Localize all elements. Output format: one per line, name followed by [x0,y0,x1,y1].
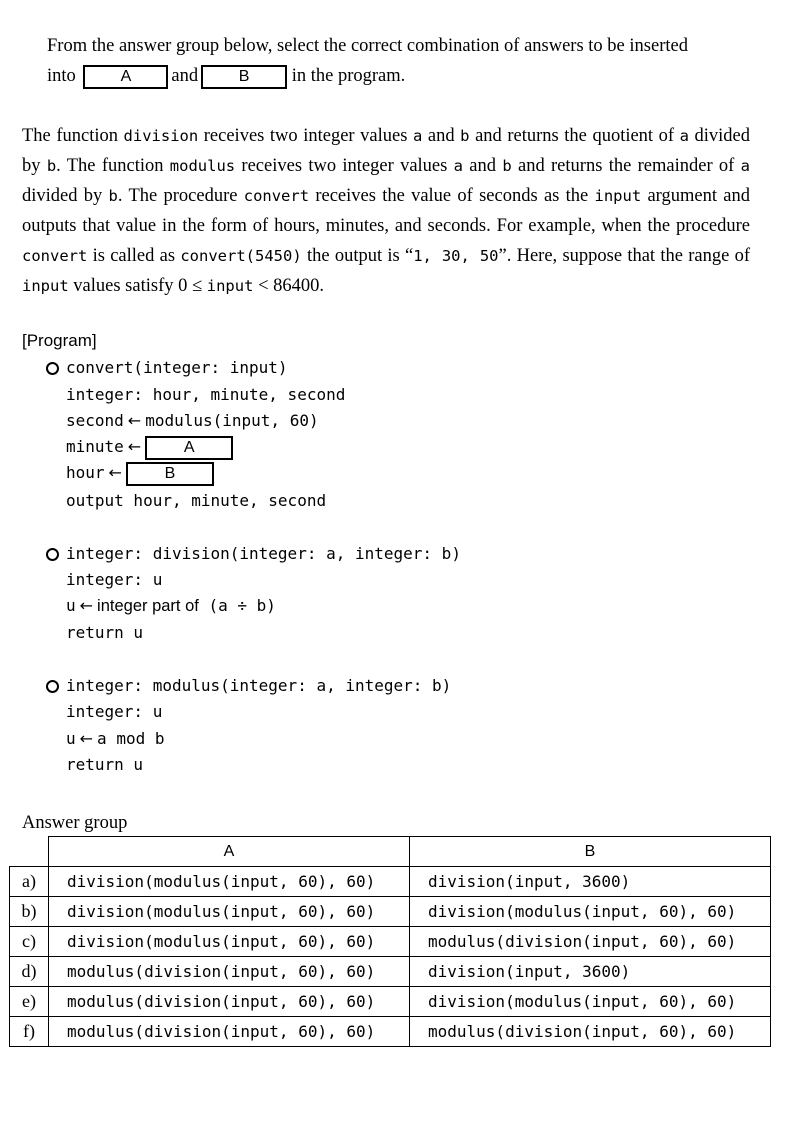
left-arrow-icon: ← [127,437,142,456]
answer-row[interactable]: f) modulus(division(input, 60), 60) modu… [9,1016,771,1047]
answer-option-a: division(modulus(input, 60), 60) [48,866,410,897]
left-arrow-icon: ← [79,596,94,615]
answer-table: A B a) division(modulus(input, 60), 60) … [9,836,771,1047]
division-assign: u ← integer part of (a ÷ b) [66,596,276,615]
division-return: return u [66,623,144,642]
modulus-declaration: integer: u [66,702,163,721]
bullet-circle-icon [46,362,59,375]
answer-option-b: division(modulus(input, 60), 60) [409,986,771,1017]
instruction-rest: in the program. [291,66,406,86]
instruction-into: into [47,66,76,86]
blank-box-b: B [201,64,288,89]
convert-declaration: integer: hour, minute, second [66,385,346,404]
answer-label: c) [9,926,49,957]
answer-row[interactable]: a) division(modulus(input, 60), 60) divi… [9,866,771,897]
answer-option-b: division(input, 3600) [409,956,771,987]
modulus-return: return u [66,755,144,774]
table-corner [9,836,49,867]
convert-output: output hour, minute, second [66,491,327,510]
answer-option-a: division(modulus(input, 60), 60) [48,896,410,927]
answer-option-a: modulus(division(input, 60), 60) [48,956,410,987]
answer-option-b: division(modulus(input, 60), 60) [409,896,771,927]
instruction-and: and [171,66,199,86]
left-arrow-icon: ← [127,411,142,430]
modulus-signature: integer: modulus(integer: a, integer: b) [46,676,451,695]
convert-hour-assign: hour ← B [66,461,214,486]
answer-label: e) [9,986,49,1017]
answer-label: d) [9,956,49,987]
answer-option-b: modulus(division(input, 60), 60) [409,1016,771,1047]
program-blank-a: A [145,435,234,460]
column-header-a: A [48,836,410,867]
answer-option-b: modulus(division(input, 60), 60) [409,926,771,957]
instruction-line-1: From the answer group below, select the … [47,36,688,56]
convert-signature: convert(integer: input) [46,358,288,377]
blank-box-a: A [83,64,169,89]
answer-option-a: division(modulus(input, 60), 60) [48,926,410,957]
answer-label: a) [9,866,49,897]
convert-second-assign: second ← modulus(input, 60) [66,411,319,430]
modulus-assign: u ← a mod b [66,729,165,748]
convert-minute-assign: minute ← A [66,435,234,460]
answer-label: f) [9,1016,49,1047]
answer-row[interactable]: e) modulus(division(input, 60), 60) divi… [9,986,771,1017]
description-paragraph: The function division receives two integ… [22,126,751,296]
left-arrow-icon: ← [108,463,122,482]
answer-option-a: modulus(division(input, 60), 60) [48,986,410,1017]
division-signature: integer: division(integer: a, integer: b… [46,544,461,563]
program-heading: [Program] [22,331,97,350]
answer-row[interactable]: c) division(modulus(input, 60), 60) modu… [9,926,771,957]
instruction-line-2: into Aand B in the program. [47,64,405,89]
answer-group-heading: Answer group [22,813,128,833]
bullet-circle-icon [46,548,59,561]
division-declaration: integer: u [66,570,163,589]
program-blank-b: B [125,461,214,486]
answer-row[interactable]: d) modulus(division(input, 60), 60) divi… [9,956,771,987]
answer-label: b) [9,896,49,927]
answer-option-b: division(input, 3600) [409,866,771,897]
answer-row[interactable]: b) division(modulus(input, 60), 60) divi… [9,896,771,927]
left-arrow-icon: ← [79,729,94,748]
answer-option-a: modulus(division(input, 60), 60) [48,1016,410,1047]
column-header-b: B [409,836,771,867]
bullet-circle-icon [46,680,59,693]
